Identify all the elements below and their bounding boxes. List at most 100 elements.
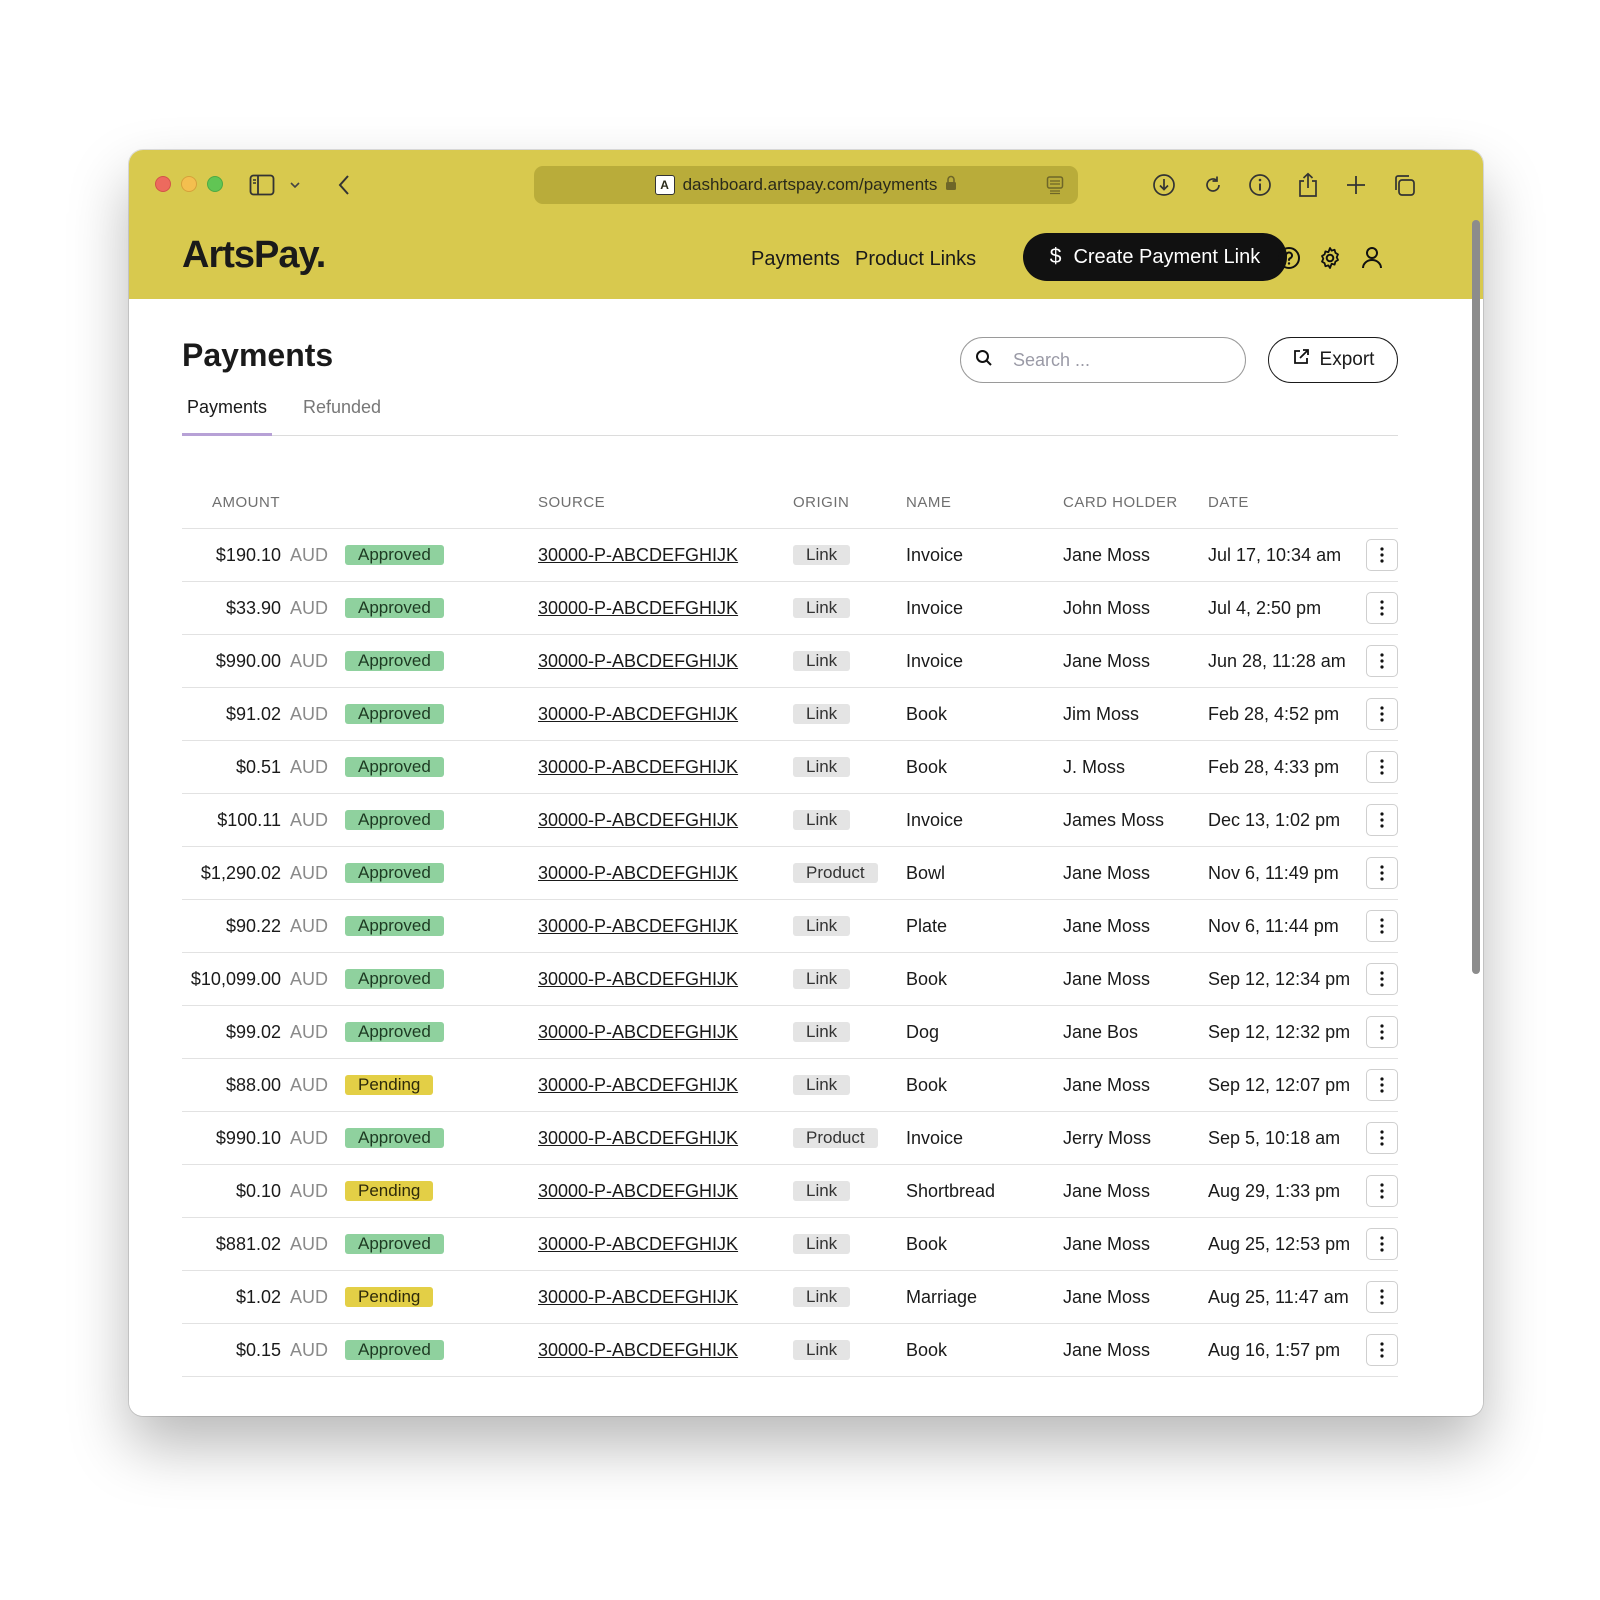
source-link[interactable]: 30000-P-ABCDEFGHIJK — [538, 969, 738, 990]
info-icon[interactable] — [1247, 172, 1273, 198]
source-link[interactable]: 30000-P-ABCDEFGHIJK — [538, 704, 738, 725]
row-actions-button[interactable] — [1366, 751, 1398, 783]
card-holder: Jerry Moss — [1063, 1128, 1152, 1148]
table-row[interactable]: $990.00 AUD Approved 30000-P-ABCDEFGHIJK Lin… — [182, 634, 1398, 687]
scrollbar[interactable] — [1472, 220, 1480, 974]
export-button[interactable]: Export — [1268, 337, 1398, 383]
url-text[interactable]: dashboard.artspay.com/payments — [683, 175, 938, 195]
row-actions-button[interactable] — [1366, 645, 1398, 677]
source-link[interactable]: 30000-P-ABCDEFGHIJK — [538, 1340, 738, 1361]
help-icon[interactable] — [1275, 244, 1303, 272]
origin-badge: Link — [793, 1075, 851, 1095]
origin-badge: Link — [793, 1022, 851, 1042]
source-link[interactable]: 30000-P-ABCDEFGHIJK — [538, 545, 738, 566]
source-link[interactable]: 30000-P-ABCDEFGHIJK — [538, 1287, 738, 1308]
user-icon[interactable] — [1358, 244, 1386, 272]
source-link[interactable]: 30000-P-ABCDEFGHIJK — [538, 651, 738, 672]
row-actions-button[interactable] — [1366, 804, 1398, 836]
origin-badge: Link — [793, 545, 851, 565]
payment-name: Book — [906, 704, 948, 724]
reload-icon[interactable] — [1200, 172, 1226, 198]
share-icon[interactable] — [1295, 172, 1321, 198]
row-actions-button[interactable] — [1366, 592, 1398, 624]
source-link[interactable]: 30000-P-ABCDEFGHIJK — [538, 810, 738, 831]
table-row[interactable]: $33.90 AUD Approved 30000-P-ABCDEFGHIJK Link… — [182, 581, 1398, 634]
row-actions-button[interactable] — [1366, 1228, 1398, 1260]
source-link[interactable]: 30000-P-ABCDEFGHIJK — [538, 598, 738, 619]
source-link[interactable]: 30000-P-ABCDEFGHIJK — [538, 757, 738, 778]
table-row[interactable]: $990.10 AUD Approved 30000-P-ABCDEFGHIJK Pro… — [182, 1111, 1398, 1164]
source-link[interactable]: 30000-P-ABCDEFGHIJK — [538, 1022, 738, 1043]
payment-name: Invoice — [906, 545, 964, 565]
tab-refunded[interactable]: Refunded — [303, 397, 381, 433]
row-actions-button[interactable] — [1366, 963, 1398, 995]
create-payment-link-button[interactable]: $ Create Payment Link — [1023, 233, 1287, 281]
search-box[interactable] — [960, 337, 1246, 383]
close-window-button[interactable] — [155, 176, 171, 192]
download-icon[interactable] — [1151, 172, 1177, 198]
table-row[interactable]: $881.02 AUD Approved 30000-P-ABCDEFGHIJK Lin… — [182, 1217, 1398, 1270]
currency-code: AUD — [290, 863, 329, 883]
chevron-down-icon[interactable] — [287, 172, 303, 198]
table-row[interactable]: $10,099.00 AUD Approved 30000-P-ABCDEFGHIJK… — [182, 952, 1398, 1005]
column-header-amount[interactable]: AMOUNT — [212, 494, 280, 511]
nav-product-links[interactable]: Product Links — [855, 248, 976, 271]
table-row[interactable]: $1,290.02 AUD Approved 30000-P-ABCDEFGHIJK P… — [182, 846, 1398, 899]
reader-mode-icon[interactable] — [1046, 175, 1064, 200]
row-actions-button[interactable] — [1366, 1122, 1398, 1154]
row-actions-button[interactable] — [1366, 1016, 1398, 1048]
payment-date: Sep 12, 12:07 pm — [1208, 1075, 1351, 1095]
row-actions-button[interactable] — [1366, 539, 1398, 571]
source-link[interactable]: 30000-P-ABCDEFGHIJK — [538, 1128, 738, 1149]
table-row[interactable]: $0.15 AUD Approved 30000-P-ABCDEFGHIJK Link B… — [182, 1323, 1398, 1376]
nav-payments[interactable]: Payments — [751, 248, 840, 271]
table-row[interactable]: $100.11 AUD Approved 30000-P-ABCDEFGHIJK Lin… — [182, 793, 1398, 846]
artspay-logo[interactable]: ArtsPay. — [182, 234, 326, 277]
row-actions-button[interactable] — [1366, 1281, 1398, 1313]
source-link[interactable]: 30000-P-ABCDEFGHIJK — [538, 1075, 738, 1096]
payment-tabs: Payments Refunded — [182, 397, 1398, 436]
minimize-window-button[interactable] — [181, 176, 197, 192]
source-link[interactable]: 30000-P-ABCDEFGHIJK — [538, 1181, 738, 1202]
more-vertical-icon — [1380, 971, 1384, 987]
search-input[interactable] — [1011, 348, 1215, 372]
row-actions-button[interactable] — [1366, 857, 1398, 889]
source-link[interactable]: 30000-P-ABCDEFGHIJK — [538, 863, 738, 884]
sidebar-toggle-icon[interactable] — [249, 172, 275, 198]
row-actions-button[interactable] — [1366, 1334, 1398, 1366]
table-row[interactable]: $91.02 AUD Approved 30000-P-ABCDEFGHIJK Link… — [182, 687, 1398, 740]
address-bar[interactable]: A dashboard.artspay.com/payments — [534, 166, 1078, 204]
zoom-window-button[interactable] — [207, 176, 223, 192]
back-icon[interactable] — [331, 172, 357, 198]
status-badge: Approved — [345, 1128, 444, 1148]
new-tab-icon[interactable] — [1343, 172, 1369, 198]
table-row[interactable]: $190.10 AUD Approved 30000-P-ABCDEFGHIJK Lin… — [182, 528, 1398, 581]
settings-icon[interactable] — [1316, 244, 1344, 272]
column-header-source[interactable]: SOURCE — [538, 494, 605, 511]
table-row[interactable]: $1.02 AUD Pending 30000-P-ABCDEFGHIJK Link Ma… — [182, 1270, 1398, 1323]
table-row[interactable]: $99.02 AUD Approved 30000-P-ABCDEFGHIJK Link… — [182, 1005, 1398, 1058]
column-header-date[interactable]: DATE — [1208, 494, 1249, 511]
source-link[interactable]: 30000-P-ABCDEFGHIJK — [538, 916, 738, 937]
row-actions-button[interactable] — [1366, 698, 1398, 730]
row-actions-button[interactable] — [1366, 1175, 1398, 1207]
column-header-origin[interactable]: ORIGIN — [793, 494, 849, 511]
table-row[interactable]: $90.22 AUD Approved 30000-P-ABCDEFGHIJK Link… — [182, 899, 1398, 952]
amount-value: $90.22 — [225, 916, 281, 936]
column-header-card-holder[interactable]: CARD HOLDER — [1063, 494, 1178, 511]
more-vertical-icon — [1380, 865, 1384, 881]
column-header-name[interactable]: NAME — [906, 494, 951, 511]
table-row[interactable]: $88.00 AUD Pending 30000-P-ABCDEFGHIJK Link B… — [182, 1058, 1398, 1111]
origin-badge: Link — [793, 1340, 851, 1360]
row-actions-button[interactable] — [1366, 1069, 1398, 1101]
tab-payments[interactable]: Payments — [182, 397, 272, 436]
origin-badge: Product — [793, 1128, 878, 1148]
source-link[interactable]: 30000-P-ABCDEFGHIJK — [538, 1234, 738, 1255]
amount-value: $190.10 — [215, 545, 281, 565]
row-actions-button[interactable] — [1366, 910, 1398, 942]
tab-overview-icon[interactable] — [1391, 172, 1417, 198]
table-row[interactable]: $0.10 AUD Pending 30000-P-ABCDEFGHIJK Link Sh… — [182, 1164, 1398, 1217]
payment-date: Nov 6, 11:44 pm — [1208, 916, 1339, 936]
card-holder: Jane Moss — [1063, 1234, 1151, 1254]
table-row[interactable]: $0.51 AUD Approved 30000-P-ABCDEFGHIJK Link B… — [182, 740, 1398, 793]
